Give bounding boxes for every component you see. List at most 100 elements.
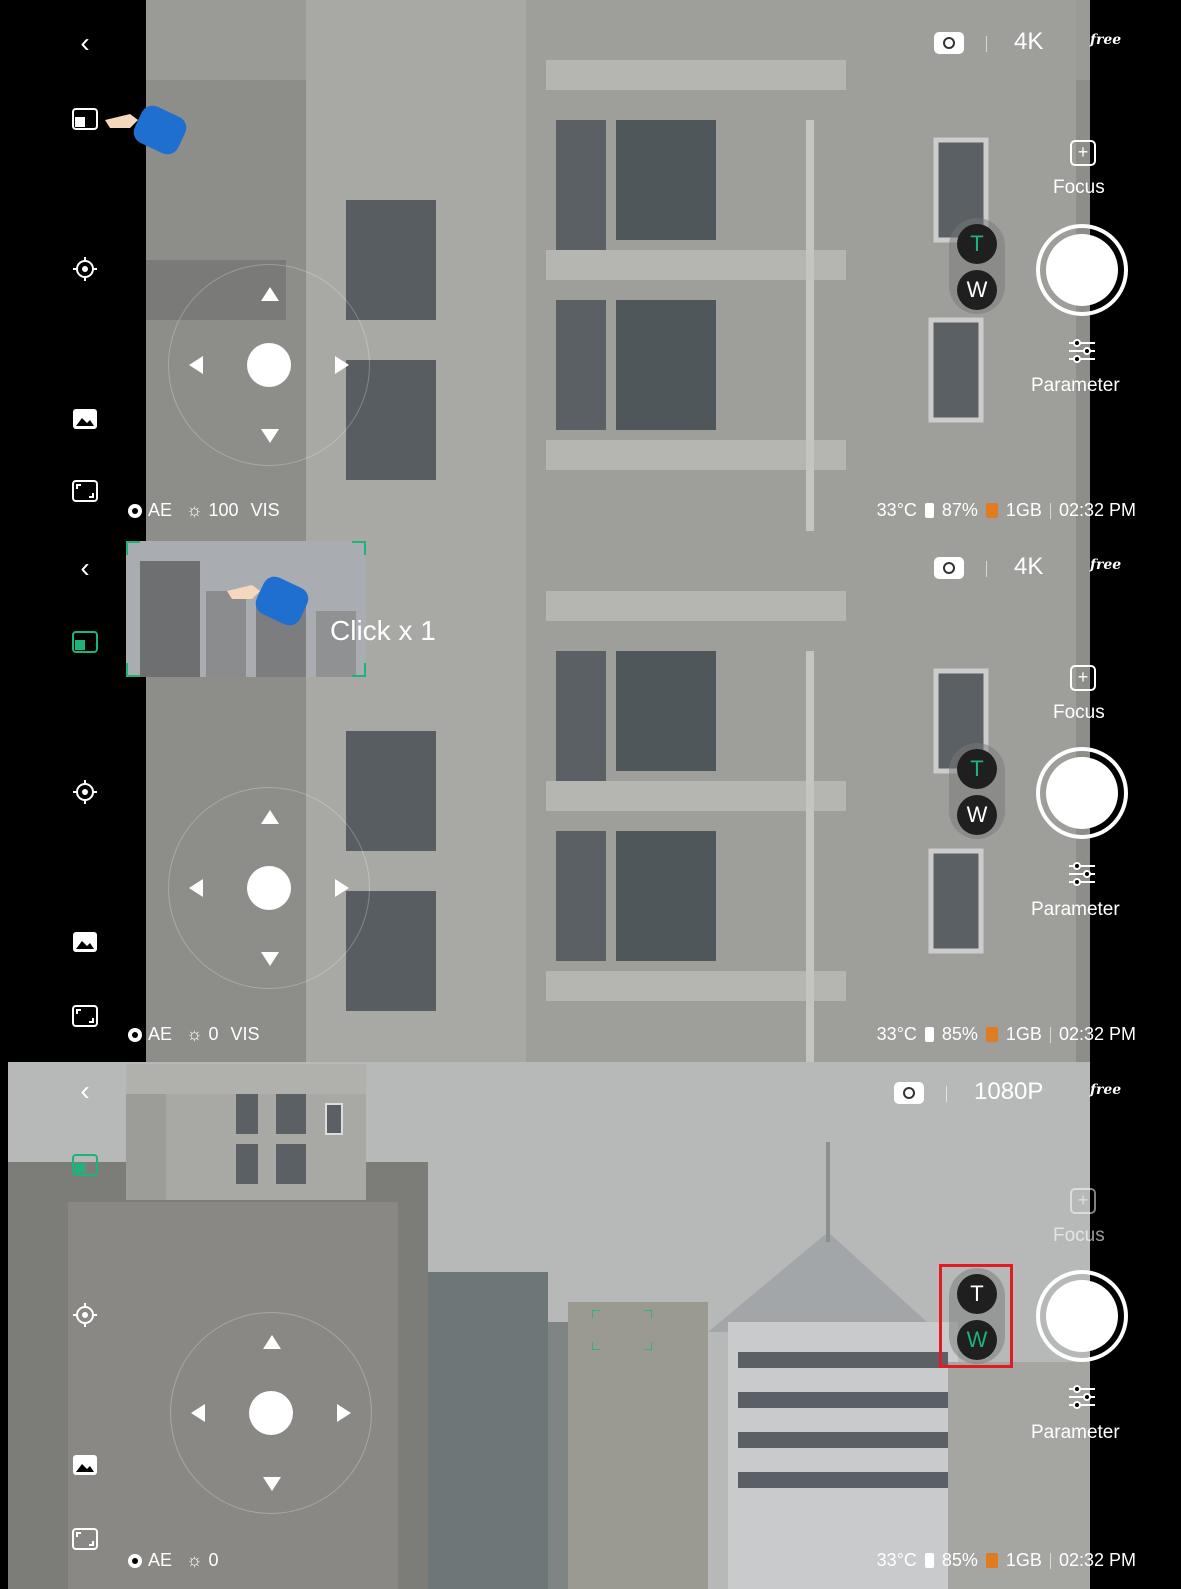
pip-toggle-icon[interactable] <box>70 104 100 134</box>
fullscreen-icon[interactable] <box>70 1524 100 1554</box>
resolution-label[interactable]: 4K <box>1014 553 1043 581</box>
up-arrow-icon[interactable] <box>263 1335 281 1349</box>
left-sidebar: ‹ <box>0 0 146 531</box>
gimbal-joystick[interactable] <box>170 1312 372 1514</box>
fullscreen-icon[interactable] <box>70 1001 100 1031</box>
parameter-label[interactable]: Parameter <box>1031 899 1120 921</box>
target-icon[interactable] <box>70 1300 100 1330</box>
zoom-control: T W <box>949 743 1005 839</box>
right-arrow-icon[interactable] <box>337 1404 351 1422</box>
focus-label[interactable]: Focus <box>1053 702 1105 724</box>
joystick-knob[interactable] <box>249 1391 293 1435</box>
right-arrow-icon[interactable] <box>335 879 349 897</box>
wide-button[interactable]: W <box>957 795 997 835</box>
left-sidebar: ‹ <box>0 1062 146 1589</box>
exposure-value: 0 <box>208 1550 219 1570</box>
left-arrow-icon[interactable] <box>189 879 203 897</box>
right-arrow-icon[interactable] <box>335 356 349 374</box>
status-left: AE ☼ 100 VIS <box>128 500 280 521</box>
separator <box>1049 1026 1051 1043</box>
up-arrow-icon[interactable] <box>261 287 279 301</box>
zoom-control: T W <box>949 218 1005 314</box>
wide-button[interactable]: W <box>957 270 997 310</box>
free-label[interactable]: free <box>1090 1082 1121 1098</box>
shutter-button[interactable] <box>1036 747 1128 839</box>
pip-corner <box>126 663 140 677</box>
focus-frame <box>591 1309 653 1351</box>
tele-button[interactable]: T <box>957 224 997 264</box>
shutter-button[interactable] <box>1036 224 1128 316</box>
gallery-icon[interactable] <box>70 1450 100 1480</box>
target-icon[interactable] <box>70 777 100 807</box>
down-arrow-icon[interactable] <box>263 1477 281 1491</box>
gallery-icon[interactable] <box>70 927 100 957</box>
click-instruction: Click x 1 <box>330 615 436 646</box>
pip-corner <box>352 541 366 555</box>
camera-view-panel-2: ‹ Click x 1 4K free + Focus T W Paramete… <box>0 531 1181 1062</box>
back-icon[interactable]: ‹ <box>70 553 100 583</box>
temperature: 33°C <box>876 1024 917 1044</box>
clock: 02:32 PM <box>1058 1550 1136 1570</box>
back-icon[interactable]: ‹ <box>70 1076 100 1106</box>
camera-view-panel-1: ‹ 4K free + Focus T W Parameter AE ☼ 100… <box>0 0 1181 531</box>
gimbal-joystick[interactable] <box>168 264 370 466</box>
pip-toggle-icon[interactable] <box>70 1150 100 1180</box>
tele-button[interactable]: T <box>957 749 997 789</box>
parameter-icon[interactable] <box>1068 861 1096 887</box>
fullscreen-icon[interactable] <box>70 476 100 506</box>
focus-icon[interactable]: + <box>1070 140 1096 166</box>
resolution-label[interactable]: 4K <box>1014 28 1043 56</box>
parameter-label[interactable]: Parameter <box>1031 375 1120 397</box>
parameter-icon[interactable] <box>1068 1384 1096 1410</box>
pip-toggle-icon[interactable] <box>70 627 100 657</box>
resolution-label[interactable]: 1080P <box>974 1078 1043 1106</box>
status-right: 33°C 85% 1GB 02:32 PM <box>877 1024 1136 1045</box>
down-arrow-icon[interactable] <box>261 952 279 966</box>
ae-label: AE <box>148 1024 173 1044</box>
battery-icon <box>924 503 934 518</box>
focus-label[interactable]: Focus <box>1053 1225 1105 1247</box>
clock: 02:32 PM <box>1058 500 1136 520</box>
status-left: AE ☼ 0 <box>128 1550 219 1571</box>
mode-label: VIS <box>230 1024 260 1044</box>
joystick-knob[interactable] <box>247 866 291 910</box>
left-arrow-icon[interactable] <box>189 356 203 374</box>
storage-value: 1GB <box>1005 1024 1042 1044</box>
exposure-value: 0 <box>208 1024 219 1044</box>
focus-icon[interactable]: + <box>1070 665 1096 691</box>
ae-label: AE <box>148 1550 173 1570</box>
shutter-button[interactable] <box>1036 1270 1128 1362</box>
storage-value: 1GB <box>1005 1550 1042 1570</box>
joystick-knob[interactable] <box>247 343 291 387</box>
focus-label[interactable]: Focus <box>1053 177 1105 199</box>
battery-icon <box>924 1027 934 1042</box>
down-arrow-icon[interactable] <box>261 429 279 443</box>
gallery-icon[interactable] <box>70 404 100 434</box>
hand-pointer-icon <box>222 571 312 631</box>
free-label[interactable]: free <box>1090 557 1121 573</box>
gimbal-joystick[interactable] <box>168 787 370 989</box>
ae-icon <box>128 1553 142 1568</box>
left-arrow-icon[interactable] <box>191 1404 205 1422</box>
separator <box>946 1086 947 1102</box>
exposure-icon: ☼ <box>186 1024 203 1044</box>
exposure-icon: ☼ <box>186 1550 203 1570</box>
camera-mode-icon[interactable] <box>894 1082 924 1104</box>
hand-pointer-icon <box>100 100 190 160</box>
camera-mode-icon[interactable] <box>934 32 964 54</box>
focus-icon[interactable]: + <box>1070 1188 1096 1214</box>
pip-corner <box>126 541 140 555</box>
exposure-icon: ☼ <box>186 500 203 520</box>
pip-preview[interactable] <box>126 1064 366 1200</box>
target-icon[interactable] <box>70 254 100 284</box>
free-label[interactable]: free <box>1090 32 1121 48</box>
back-icon[interactable]: ‹ <box>70 28 100 58</box>
separator <box>986 36 987 52</box>
up-arrow-icon[interactable] <box>261 810 279 824</box>
parameter-icon[interactable] <box>1068 338 1096 364</box>
camera-mode-icon[interactable] <box>934 557 964 579</box>
sd-card-icon <box>985 503 998 518</box>
left-sidebar: ‹ <box>0 531 146 1062</box>
parameter-label[interactable]: Parameter <box>1031 1422 1120 1444</box>
battery-icon <box>924 1553 934 1568</box>
